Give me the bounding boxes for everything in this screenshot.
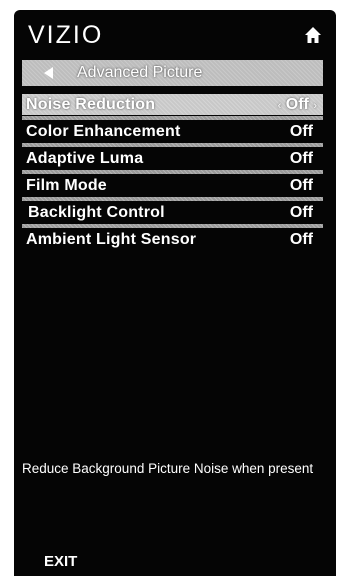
menu-item-value: Off bbox=[289, 231, 313, 248]
menu-item-value-text: Off bbox=[285, 96, 309, 113]
menu-item-label: Backlight Control bbox=[28, 204, 165, 221]
menu-item-label: Adaptive Luma bbox=[26, 150, 144, 167]
menu-item-value: Off bbox=[289, 177, 313, 194]
menu-item-label: Film Mode bbox=[26, 177, 107, 194]
help-description: Reduce Background Picture Noise when pre… bbox=[22, 461, 314, 476]
menu-item-color-enhancement[interactable]: Color Enhancement Off bbox=[22, 116, 323, 142]
menu-item-value: Off bbox=[289, 204, 313, 221]
menu-item-value: Off bbox=[289, 150, 313, 167]
menu-item-backlight-control[interactable]: Backlight Control Off bbox=[22, 197, 323, 223]
row-divider bbox=[22, 197, 323, 201]
row-divider bbox=[22, 224, 323, 228]
brand-logo: VIZIO bbox=[28, 21, 104, 49]
menu-item-value[interactable]: ‹ Off › bbox=[278, 94, 317, 117]
exit-button[interactable]: EXIT bbox=[44, 553, 77, 570]
settings-menu: Noise Reduction ‹ Off › Color Enhancemen… bbox=[22, 94, 323, 256]
menu-item-ambient-light-sensor[interactable]: Ambient Light Sensor Off bbox=[22, 224, 323, 250]
menu-item-label: Color Enhancement bbox=[26, 123, 181, 140]
menu-item-label: Noise Reduction bbox=[26, 96, 156, 113]
row-divider bbox=[22, 170, 323, 174]
menu-item-adaptive-luma[interactable]: Adaptive Luma Off bbox=[22, 143, 323, 169]
menu-item-film-mode[interactable]: Film Mode Off bbox=[22, 170, 323, 196]
menu-item-noise-reduction[interactable]: Noise Reduction ‹ Off › bbox=[22, 94, 323, 115]
row-divider bbox=[22, 116, 323, 120]
menu-item-label: Ambient Light Sensor bbox=[26, 231, 197, 248]
tv-menu-panel: VIZIO Advanced Picture Noise Reduction ‹… bbox=[14, 10, 336, 576]
menu-item-value: Off bbox=[289, 123, 313, 140]
breadcrumb[interactable]: Advanced Picture bbox=[22, 60, 323, 86]
home-icon[interactable] bbox=[304, 26, 322, 44]
back-arrow-icon[interactable] bbox=[44, 67, 54, 79]
breadcrumb-title: Advanced Picture bbox=[77, 64, 203, 81]
row-divider bbox=[22, 143, 323, 147]
value-right-arrow-icon[interactable]: › bbox=[313, 100, 317, 112]
value-left-arrow-icon[interactable]: ‹ bbox=[278, 100, 282, 112]
